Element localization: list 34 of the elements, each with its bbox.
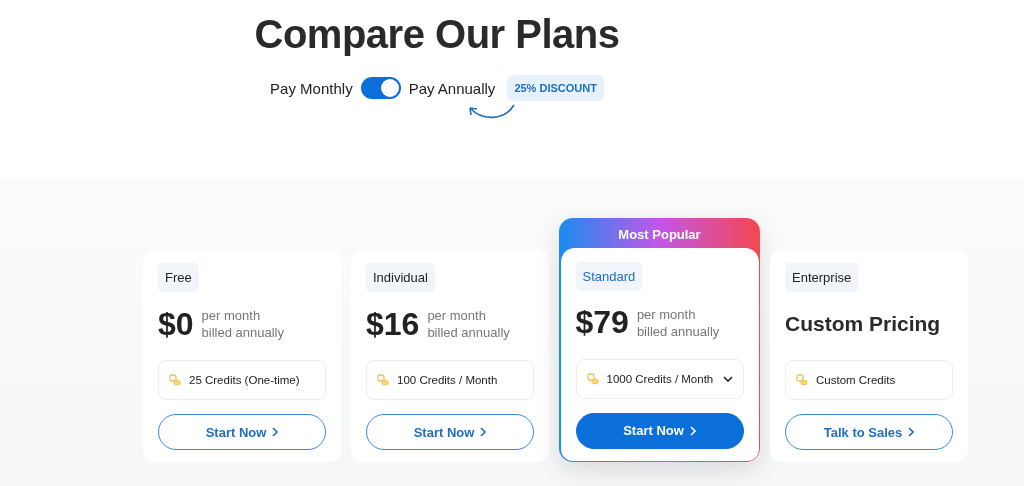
toggle-label: Pay Annually xyxy=(408,79,496,97)
discount-badge: 25% DISCOUNT xyxy=(507,75,604,101)
plan-price: $79 xyxy=(575,304,629,341)
chevron-right-icon xyxy=(689,425,696,436)
page-title: Compare Our Plans xyxy=(254,12,620,57)
coins-icon xyxy=(796,374,808,386)
coins-icon xyxy=(169,374,181,386)
chevron-right-icon xyxy=(480,427,487,437)
credits-info: Custom Credits xyxy=(785,360,953,400)
plan-name: Standard xyxy=(575,261,643,291)
plan-price: $0 xyxy=(158,305,194,343)
plan-price: $16 xyxy=(366,305,420,343)
chevron-right-icon xyxy=(908,427,915,437)
price-period: per month billed annually xyxy=(427,307,510,341)
toggle-label: Pay Monthly xyxy=(270,79,353,97)
plan-button[interactable]: Start Now xyxy=(158,414,326,450)
popular-label: Most Popular xyxy=(617,225,702,244)
plan-button[interactable]: Start Now xyxy=(575,412,744,449)
coins-icon xyxy=(586,372,599,385)
credits-info: 25 Credits (One-time) xyxy=(158,360,326,400)
chevron-down-icon xyxy=(722,375,733,382)
plan-name: Free xyxy=(158,263,199,292)
credits-dropdown[interactable]: 1000 Credits / Month xyxy=(575,358,744,399)
plan-button[interactable]: Talk to Sales xyxy=(785,414,953,450)
billing-switch[interactable] xyxy=(360,77,401,99)
plan-button[interactable]: Start Now xyxy=(366,414,534,450)
coins-icon xyxy=(377,374,389,386)
price-period: per month billed annually xyxy=(201,307,284,341)
plan-price: Custom Pricing xyxy=(785,312,941,336)
chevron-right-icon xyxy=(272,427,279,437)
plan-name: Enterprise xyxy=(785,263,859,292)
price-period: per month billed annually xyxy=(636,305,720,340)
credits-info: 100 Credits / Month xyxy=(366,360,534,400)
plan-name: Individual xyxy=(366,263,435,292)
